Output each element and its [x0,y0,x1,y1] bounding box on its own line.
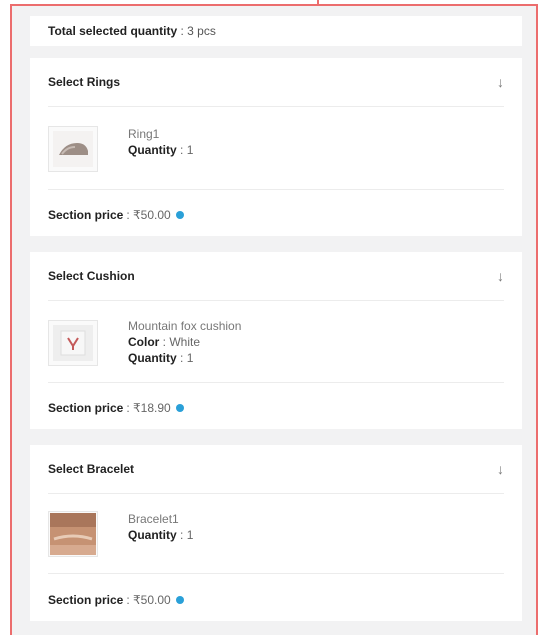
section-header[interactable]: Select Rings ↓ [48,58,504,107]
section-header[interactable]: Select Bracelet ↓ [48,445,504,494]
quantity-value: 1 [186,351,194,365]
total-quantity-value: 3 pcs [187,24,216,38]
section-price-value: ₹50.00 [133,593,171,607]
section-title: Select Rings [48,75,121,89]
total-quantity-bar: Total selected quantity : 3 pcs [30,16,522,46]
section-price-value: ₹18.90 [133,401,171,415]
section-price-value: ₹50.00 [133,208,171,222]
quantity-label: Quantity [128,351,177,365]
color-value: White [169,335,201,349]
color-label: Color [128,335,160,349]
info-dot-icon[interactable] [175,211,184,219]
product-thumbnail [48,320,98,366]
list-item: Ring1 Quantity : 1 [48,126,504,176]
quantity-value: 1 [186,143,194,157]
quantity-value: 1 [186,528,194,542]
section-price: Section price : ₹50.00 [48,208,184,222]
divider [48,382,504,383]
section-bracelet: Select Bracelet ↓ Bracelet1 Quantity : 1… [30,445,522,621]
arrow-down-icon[interactable]: ↓ [497,268,504,284]
section-cushion: Select Cushion ↓ Mountain fox cushion Co… [30,252,522,429]
quantity-label: Quantity [128,143,177,157]
divider [48,189,504,190]
item-info: Mountain fox cushion Color : White Quant… [128,319,242,365]
arrow-down-icon[interactable]: ↓ [497,74,504,90]
item-name: Mountain fox cushion [128,319,242,333]
divider [48,573,504,574]
product-thumbnail [48,126,98,172]
item-name: Bracelet1 [128,512,179,526]
section-price-label: Section price [48,593,124,607]
item-info: Ring1 Quantity : 1 [128,127,194,157]
list-item: Bracelet1 Quantity : 1 [48,511,504,561]
item-name: Ring1 [128,127,160,141]
section-rings: Select Rings ↓ Ring1 Quantity : 1 Sectio… [30,58,522,236]
list-item: Mountain fox cushion Color : White Quant… [48,318,504,372]
section-header[interactable]: Select Cushion ↓ [48,252,504,301]
section-price: Section price : ₹18.90 [48,401,184,415]
product-thumbnail [48,511,98,557]
info-dot-icon[interactable] [175,596,184,604]
item-info: Bracelet1 Quantity : 1 [128,512,194,542]
section-title: Select Cushion [48,269,135,283]
total-quantity-label: Total selected quantity [48,24,178,38]
section-price-label: Section price [48,401,124,415]
section-title: Select Bracelet [48,462,135,476]
arrow-down-icon[interactable]: ↓ [497,461,504,477]
quantity-label: Quantity [128,528,177,542]
section-price: Section price : ₹50.00 [48,593,184,607]
info-dot-icon[interactable] [175,404,184,412]
section-price-label: Section price [48,208,124,222]
